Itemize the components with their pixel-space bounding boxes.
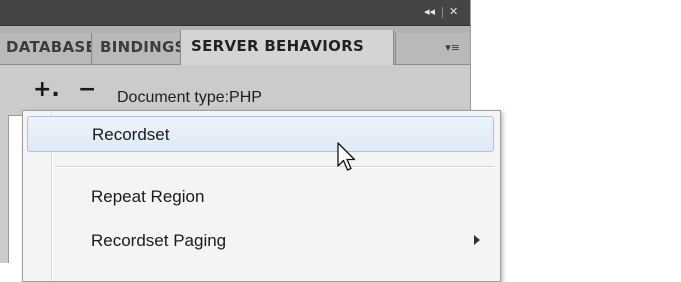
titlebar-divider [442,7,443,18]
mouse-pointer-icon [337,142,356,171]
collapse-panels-icon[interactable]: ◂◂ [424,5,435,19]
menu-item-label: Recordset [92,125,170,144]
menu-item-repeat-region[interactable]: Repeat Region [27,179,494,215]
submenu-arrow-icon [474,235,480,245]
minus-icon[interactable]: − [78,79,96,101]
tab-bindings[interactable]: BINDINGS [93,33,181,64]
panel-options-menu-icon[interactable]: ▾≡ [395,33,470,64]
document-type-label: Document type:PHP [117,89,262,106]
tab-databases[interactable]: DATABASES [0,33,92,64]
add-behavior-menu: Recordset Repeat Region Recordset Paging [22,110,501,282]
menu-item-recordset[interactable]: Recordset [27,116,494,152]
menu-item-label: Recordset Paging [91,231,227,250]
close-icon[interactable]: ✕ [449,5,458,19]
menu-separator [55,166,495,168]
panel-toolbar: +. − Document type:PHP [0,65,470,115]
plus-icon[interactable]: +. [33,79,60,101]
panel-titlebar: ◂◂ ✕ [0,0,470,26]
menu-item-label: Repeat Region [91,187,205,206]
tab-server-behaviors[interactable]: SERVER BEHAVIORS [180,30,394,65]
menu-item-recordset-paging[interactable]: Recordset Paging [27,223,494,259]
panel-tab-strip: DATABASES BINDINGS SERVER BEHAVIORS ▾≡ [0,26,470,65]
panel-options-glyph: ▾≡ [445,41,460,54]
